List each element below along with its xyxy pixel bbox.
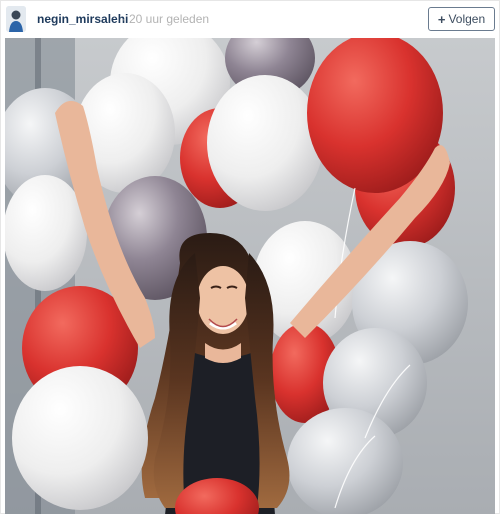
follow-button-label: Volgen	[448, 12, 486, 26]
plus-icon: +	[437, 11, 446, 27]
avatar[interactable]	[6, 6, 26, 32]
post-card: negin_mirsalehi · 20 uur geleden + Volge…	[0, 0, 500, 514]
separator-dot: ·	[122, 12, 126, 26]
post-header: negin_mirsalehi · 20 uur geleden + Volge…	[1, 1, 500, 37]
post-photo[interactable]	[5, 38, 495, 514]
follow-button[interactable]: + Volgen	[428, 7, 495, 31]
username-link[interactable]: negin_mirsalehi	[37, 12, 128, 26]
timestamp: 20 uur geleden	[129, 12, 210, 26]
